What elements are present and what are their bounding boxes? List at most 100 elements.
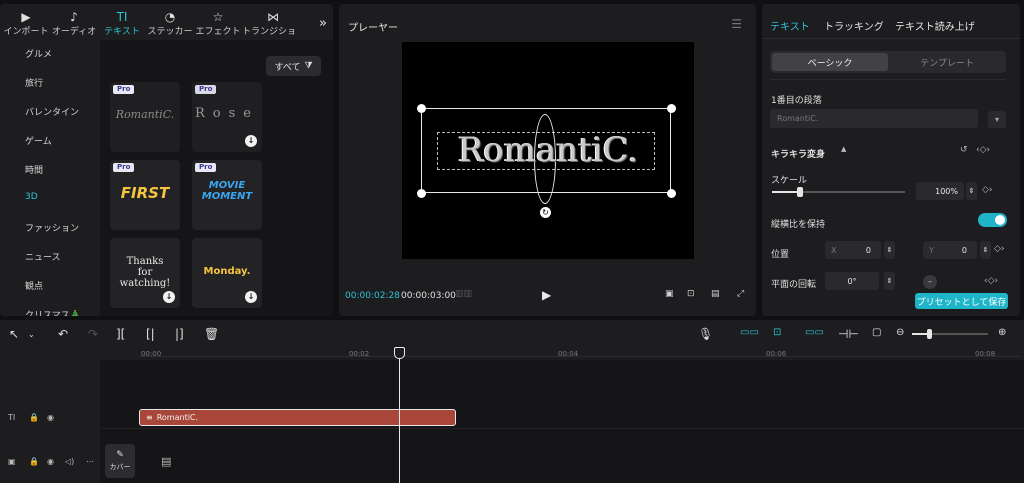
tab-audio[interactable]: ♪ オーディオ (50, 4, 98, 40)
save-preset-button[interactable]: プリセットとして保存 (915, 293, 1008, 309)
ratio-icon[interactable]: ▤ (711, 289, 720, 299)
tab-sticker[interactable]: ◔ ステッカー (146, 4, 194, 40)
x-input[interactable]: X0 (825, 241, 881, 259)
preview-canvas[interactable]: RomantiC. ↻ (402, 42, 694, 259)
audio-icon: ♪ (70, 10, 78, 24)
playhead-handle[interactable] (394, 347, 405, 359)
y-input[interactable]: Y0 (923, 241, 977, 259)
lock-icon[interactable]: 🔒 (29, 413, 39, 422)
category-item[interactable]: 旅行 (25, 76, 43, 89)
stepper-icon[interactable]: ⇕ (884, 272, 895, 290)
category-item[interactable]: ファッション (25, 221, 79, 234)
split-icon[interactable]: ][ (116, 327, 125, 341)
template-tile[interactable]: Pro MOVIE MOMENT (192, 160, 262, 230)
rotation-input[interactable]: 0° (825, 272, 879, 290)
trim-right-icon[interactable]: |] (175, 327, 184, 341)
stepper-icon[interactable]: ⇕ (980, 241, 991, 259)
resize-handle[interactable] (417, 189, 426, 198)
volume-icon[interactable]: ◁) (65, 457, 74, 466)
zoom-out-icon[interactable]: ⊖ (896, 327, 904, 338)
collapse-icon[interactable]: ▲ (841, 145, 846, 153)
template-tile[interactable]: Pro Rose ↓ (192, 82, 262, 152)
keyframe-icon[interactable]: ◇› (982, 185, 993, 195)
tab-text-to-speech[interactable]: テキスト読み上げ (895, 18, 975, 33)
rotate-dial-icon[interactable]: – (923, 275, 937, 289)
chevron-down-icon[interactable]: ⌄ (28, 330, 35, 339)
microphone-icon[interactable]: 🎙 (698, 327, 713, 341)
aspect-toggle[interactable] (978, 213, 1007, 227)
scale-input[interactable]: 100% (916, 182, 964, 200)
tab-import[interactable]: ▶ インポート (2, 4, 50, 40)
category-item[interactable]: 時間 (25, 163, 43, 176)
category-item[interactable]: クリスマス🎄 (25, 308, 81, 316)
preview-toggle-icon[interactable]: ▢ (872, 327, 881, 338)
timeline-toolbar: ↖ ⌄ ↶ ↷ ][ [| |] 🗑 🎙 ▭▭ ⊡ ▭▭ ⊣⊢ ▢ ⊖ ⊕ (0, 320, 1024, 348)
link-icon[interactable]: ⊡ (773, 327, 781, 338)
template-tile[interactable]: Monday. ↓ (192, 238, 262, 308)
trim-left-icon[interactable]: [| (146, 327, 155, 341)
filter-button[interactable]: すべて ⧩ (266, 56, 321, 76)
scale-slider-handle[interactable] (797, 187, 803, 197)
split-screen-icon[interactable]: ⊣⊢ (838, 327, 859, 341)
lock-icon[interactable]: 🔒 (29, 457, 39, 466)
category-item[interactable]: ニュース (25, 250, 61, 263)
crop-icon[interactable]: ⊡ (687, 289, 695, 299)
waveform-icon: ▥▥ (455, 289, 473, 299)
rotate-handle-icon[interactable]: ↻ (540, 207, 551, 218)
select-tool-icon[interactable]: ↖ (9, 327, 19, 341)
undo-icon[interactable]: ↶ (58, 327, 68, 341)
text-clip[interactable]: ≡ RomantiC. (139, 409, 456, 426)
resize-handle[interactable] (667, 189, 676, 198)
template-tile[interactable]: Thanks for watching! ↓ (110, 238, 180, 308)
cover-button[interactable]: ✎ カバー (105, 444, 135, 478)
template-tile[interactable]: Pro RomantiC. (110, 82, 180, 152)
download-icon[interactable]: ↓ (245, 291, 257, 303)
download-icon[interactable]: ↓ (245, 135, 257, 147)
category-item[interactable]: ゲーム (25, 134, 52, 147)
keyframe-icon[interactable]: ‹◇› (976, 145, 990, 155)
effect-label[interactable]: キラキラ変身 (771, 147, 825, 160)
delete-icon[interactable]: 🗑 (204, 327, 219, 341)
tab-transition[interactable]: ⋈トランジション (242, 4, 304, 50)
redo-icon[interactable]: ↷ (88, 327, 98, 341)
keyframe-icon[interactable]: ‹◇› (984, 276, 998, 286)
snap-icon[interactable]: ▭▭ (805, 327, 824, 338)
tab-effect[interactable]: ☆ エフェクト (194, 4, 242, 40)
template-tab[interactable]: テンプレート (890, 53, 1004, 71)
aspect-label: 縦横比を保持 (771, 220, 826, 230)
play-icon[interactable]: ▶ (542, 288, 551, 302)
category-item[interactable]: バレンタイン (25, 105, 79, 118)
fullscreen-icon[interactable]: ⤢ (737, 289, 744, 299)
template-tile[interactable]: Pro FIRST (110, 160, 180, 230)
stepper-icon[interactable]: ⇕ (966, 182, 977, 200)
category-item-3d[interactable]: 3D (25, 192, 38, 202)
tab-tracking[interactable]: トラッキング (824, 18, 884, 33)
menu-icon[interactable]: ☰ (731, 17, 742, 31)
magnet-icon[interactable]: ▭▭ (740, 327, 759, 338)
stepper-icon[interactable]: ⇕ (884, 241, 895, 259)
eye-icon[interactable]: ◉ (47, 457, 54, 466)
category-item[interactable]: グルメ (25, 47, 52, 60)
eye-icon[interactable]: ◉ (47, 413, 54, 422)
keyframe-icon[interactable]: ◇› (994, 244, 1005, 254)
ruler-line (140, 356, 1020, 357)
paragraph-input[interactable]: RomantiC. (770, 109, 978, 128)
clip-label: RomantiC. (156, 413, 199, 422)
dropdown-chevron-icon[interactable]: ▾ (988, 111, 1006, 128)
tab-text[interactable]: TI テキスト (98, 4, 146, 40)
download-icon[interactable]: ↓ (163, 291, 175, 303)
resize-handle[interactable] (667, 104, 676, 113)
more-tabs-icon[interactable]: » (319, 16, 327, 31)
subtitle-icon[interactable]: ▣ (665, 289, 674, 299)
timeline-panel: ↖ ⌄ ↶ ↷ ][ [| |] 🗑 🎙 ▭▭ ⊡ ▭▭ ⊣⊢ ▢ ⊖ ⊕ 00… (0, 320, 1024, 483)
basic-tab[interactable]: ベーシック (772, 53, 888, 71)
more-icon[interactable]: ⋯ (86, 457, 94, 466)
reset-icon[interactable]: ↺ (960, 145, 968, 155)
playhead[interactable] (399, 350, 400, 483)
tab-text-settings[interactable]: テキスト (770, 18, 810, 33)
resize-handle[interactable] (417, 104, 426, 113)
zoom-slider-handle[interactable] (927, 329, 932, 339)
tile-text: RomantiC. (115, 108, 175, 121)
zoom-in-icon[interactable]: ⊕ (998, 327, 1006, 338)
category-item[interactable]: 観点 (25, 279, 43, 292)
